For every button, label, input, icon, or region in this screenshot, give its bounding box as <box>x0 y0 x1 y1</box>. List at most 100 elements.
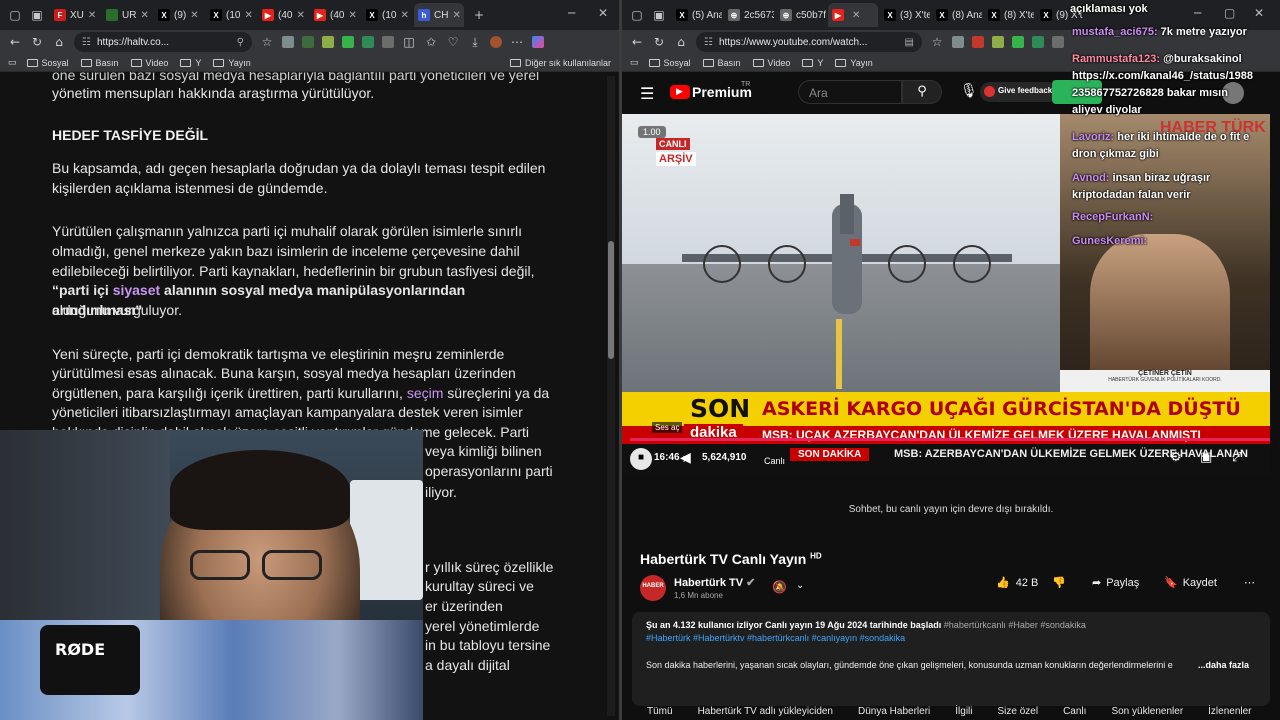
bookmarks-app-icon[interactable]: ▭ <box>8 57 17 68</box>
new-tab-icon[interactable]: + <box>468 4 490 26</box>
search-input[interactable]: Ara <box>798 80 902 104</box>
browser-tab[interactable]: X (10 ✕ <box>362 3 412 27</box>
other-bookmarks[interactable]: Diğer sık kullanılanlar <box>509 58 611 68</box>
filter-chip[interactable]: İlgili <box>955 706 972 717</box>
close-window-icon[interactable]: ✕ <box>598 6 608 20</box>
reader-icon[interactable]: ▤ <box>905 37 914 48</box>
split-screen-icon[interactable]: ◫ <box>398 35 420 49</box>
miniplayer-icon[interactable]: ▣ <box>1200 450 1212 465</box>
browser-tab[interactable]: h CH ✕ <box>414 3 464 27</box>
close-tab-icon[interactable]: ✕ <box>190 10 198 21</box>
bookmark-folder[interactable]: Video <box>752 58 790 68</box>
home-icon[interactable]: ⌂ <box>48 35 70 49</box>
browser-tab[interactable]: ⊕2c5673✕ <box>724 3 774 27</box>
filter-chip[interactable]: Son yüklenenler <box>1111 706 1183 717</box>
search-button[interactable]: ⚲ <box>902 80 942 104</box>
bookmark-folder[interactable]: Yayın <box>213 58 251 68</box>
extension-icon[interactable] <box>302 36 314 48</box>
extension-icon[interactable] <box>972 36 984 48</box>
more-menu-icon[interactable]: ⋯ <box>506 35 528 49</box>
stop-button[interactable]: ■ <box>630 448 652 470</box>
live-indicator[interactable]: Canlı <box>764 456 785 466</box>
workspaces-icon[interactable]: ▢ <box>4 4 26 26</box>
address-bar[interactable]: ☷ https://www.youtube.com/watch... ▤ <box>696 32 922 52</box>
extension-icon[interactable] <box>952 36 964 48</box>
notification-bell-icon[interactable]: 🔕 <box>772 580 787 594</box>
share-button[interactable]: ➦ Paylaş <box>1092 576 1139 589</box>
close-tab-icon[interactable]: ✕ <box>400 10 408 21</box>
tab-actions-icon[interactable]: ▣ <box>648 4 670 26</box>
downloads-icon[interactable]: ⤓ <box>464 35 486 50</box>
filter-chip[interactable]: Dünya Haberleri <box>858 706 930 717</box>
back-icon[interactable]: ← <box>626 35 648 49</box>
more-actions-icon[interactable]: ⋯ <box>1244 576 1255 589</box>
favorites-icon[interactable]: ✩ <box>420 35 442 49</box>
chevron-down-icon[interactable]: ⌄ <box>796 580 804 591</box>
filter-chip[interactable]: Tümü <box>647 706 673 717</box>
extension-icon[interactable] <box>362 36 374 48</box>
bookmarks-app-icon[interactable]: ▭ <box>630 57 639 68</box>
bookmark-folder[interactable]: Y <box>180 58 201 68</box>
filter-chip[interactable]: Canlı <box>1063 706 1086 717</box>
browser-tab[interactable]: X(3) X'te✕ <box>880 3 930 27</box>
like-button[interactable]: 👍 42 B <box>996 576 1038 589</box>
filter-chip[interactable]: Habertürk TV adlı yükleyiciden <box>698 706 833 717</box>
bookmark-folder[interactable]: Video <box>130 58 168 68</box>
browser-tab[interactable]: ⊕c50b7f✕ <box>776 3 826 27</box>
copilot-icon[interactable] <box>532 36 544 48</box>
filter-chip[interactable]: Size özel <box>998 706 1039 717</box>
scroll-thumb[interactable] <box>608 241 614 359</box>
description-box[interactable]: Şu an 4.132 kullanıcı izliyor Canlı yayı… <box>632 612 1270 706</box>
dislike-button[interactable]: 👎 <box>1052 576 1066 589</box>
profile-avatar[interactable] <box>490 36 502 48</box>
close-tab-icon[interactable]: ✕ <box>140 10 148 21</box>
bookmark-folder[interactable]: Basın <box>80 58 119 68</box>
voice-search-icon[interactable]: 🎙 <box>960 83 978 99</box>
browser-tab[interactable]: X (9) ✕ <box>154 3 204 27</box>
channel-name[interactable]: Habertürk TV ✔ <box>674 576 755 589</box>
refresh-icon[interactable]: ↻ <box>648 35 670 49</box>
tab-actions-icon[interactable]: ▣ <box>26 4 48 26</box>
filter-chip[interactable]: İzlenenler <box>1208 706 1251 717</box>
bookmark-folder[interactable]: Y <box>802 58 823 68</box>
speed-badge[interactable]: 1.00 <box>638 126 666 138</box>
bookmark-folder[interactable]: Yayın <box>835 58 873 68</box>
hashtags[interactable]: #habertürkcanlı #Haber #sondakika <box>944 620 1086 630</box>
close-tab-icon[interactable]: ✕ <box>348 10 356 21</box>
bookmark-folder[interactable]: Basın <box>702 58 741 68</box>
fullscreen-icon[interactable]: ⤢ <box>1232 450 1242 465</box>
browser-tab[interactable]: X(8) X'te✕ <box>984 3 1034 27</box>
back-icon[interactable]: ← <box>4 35 26 49</box>
link-siyaset[interactable]: siyaset <box>113 282 160 298</box>
browser-tab[interactable]: X (10 ✕ <box>206 3 256 27</box>
settings-gear-icon[interactable]: ⚙ <box>1170 450 1182 465</box>
bookmark-folder[interactable]: Sosyal <box>26 58 69 68</box>
favorite-star-icon[interactable]: ☆ <box>256 35 278 49</box>
extension-icon[interactable] <box>1032 36 1044 48</box>
link-secim[interactable]: seçim <box>407 385 444 401</box>
close-tab-icon[interactable]: ✕ <box>244 10 252 21</box>
home-icon[interactable]: ⌂ <box>670 35 692 49</box>
article-scrollbar[interactable] <box>607 76 615 716</box>
extension-icon[interactable] <box>1012 36 1024 48</box>
close-tab-icon[interactable]: ✕ <box>452 10 460 21</box>
browser-tab[interactable]: ▶ (40 ✕ <box>310 3 360 27</box>
close-tab-icon[interactable]: ✕ <box>88 10 96 21</box>
favorite-star-icon[interactable]: ☆ <box>926 35 948 49</box>
channel-avatar[interactable]: HABER <box>640 575 666 601</box>
workspaces-icon[interactable]: ▢ <box>626 4 648 26</box>
extension-icon[interactable] <box>1052 36 1064 48</box>
bookmark-folder[interactable]: Sosyal <box>648 58 691 68</box>
progress-bar[interactable] <box>630 438 1270 441</box>
close-tab-icon[interactable]: ✕ <box>852 10 860 21</box>
extension-icon[interactable] <box>342 36 354 48</box>
address-bar[interactable]: ☷ https://haltv.co... ⚲ <box>74 32 252 52</box>
extension-icon[interactable] <box>382 36 394 48</box>
collections-icon[interactable]: ♡ <box>442 35 464 49</box>
extension-icon[interactable] <box>322 36 334 48</box>
extension-icon[interactable] <box>992 36 1004 48</box>
zoom-icon[interactable]: ⚲ <box>237 37 244 48</box>
browser-tab[interactable]: ▶ (40 ✕ <box>258 3 308 27</box>
browser-tab[interactable]: X(5) Ana✕ <box>672 3 722 27</box>
browser-tab[interactable]: UR ✕ <box>102 3 152 27</box>
